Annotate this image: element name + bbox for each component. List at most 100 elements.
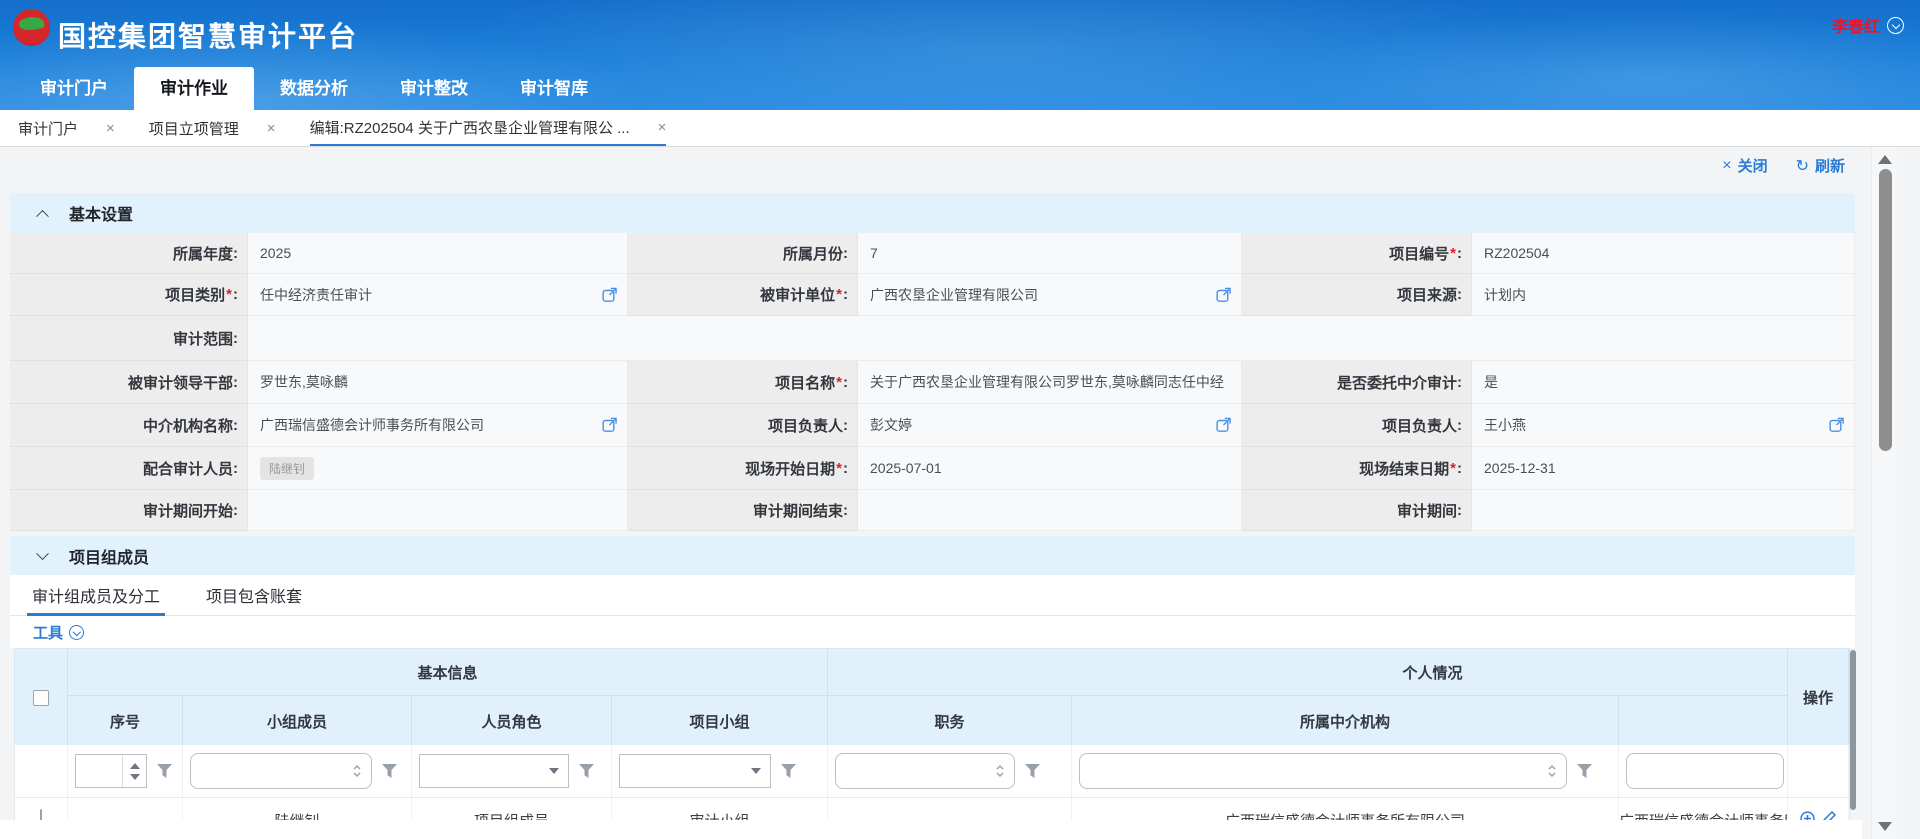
column-header-agency: 所属中介机构 [1072, 696, 1619, 746]
column-header-extra [1619, 696, 1788, 746]
filter-funnel-icon[interactable] [157, 764, 172, 778]
table-row[interactable]: 陆继钊 项目组成员 审计小组 广西瑞信盛德会计师事务所有限公司 广西瑞信盛德会计… [14, 798, 1850, 820]
close-tab-icon[interactable]: × [658, 120, 667, 135]
nav-item-data-analysis[interactable]: 数据分析 [254, 67, 374, 110]
intermediary-entrusted-field[interactable]: 是 [1472, 361, 1855, 404]
spinner-down-icon [130, 774, 140, 780]
field-label-audited-leaders: 被审计领导干部: [10, 361, 248, 404]
updown-chevron-icon [995, 764, 1005, 778]
nav-item-audit-portal[interactable]: 审计门户 [14, 67, 134, 110]
extra-filter-input[interactable] [1626, 753, 1784, 789]
chevron-up-icon [36, 209, 49, 222]
project-source-field[interactable]: 计划内 [1472, 274, 1855, 316]
audit-period-field[interactable] [1472, 490, 1855, 531]
nav-item-audit-library[interactable]: 审计智库 [494, 67, 614, 110]
filter-cell-seq [68, 745, 183, 797]
audit-scope-field[interactable] [248, 316, 1855, 361]
edit-icon[interactable] [1821, 811, 1836, 820]
month-field[interactable]: 7 [858, 233, 1242, 274]
cell-duty [828, 798, 1072, 820]
dropdown-arrow-icon [751, 768, 761, 774]
add-circle-icon[interactable] [1800, 811, 1815, 820]
external-link-icon[interactable] [1216, 418, 1231, 433]
column-header-duty: 职务 [828, 696, 1072, 746]
field-label-field-start-date: 现场开始日期*: [628, 447, 858, 490]
agency-filter-select[interactable] [1079, 753, 1567, 789]
number-spinner[interactable] [122, 755, 146, 787]
column-header-member: 小组成员 [183, 696, 412, 746]
close-button[interactable]: × 关闭 [1722, 155, 1767, 176]
tab-team-members[interactable]: 审计组成员及分工 [32, 575, 160, 615]
nav-item-audit-rectify[interactable]: 审计整改 [374, 67, 494, 110]
chevron-down-circle-icon[interactable] [69, 625, 84, 640]
audit-period-end-field[interactable] [858, 490, 1242, 531]
tab-edit-project[interactable]: 编辑:RZ202504 关于广西农垦企业管理有限公 ... × [310, 110, 667, 146]
nav-item-audit-work[interactable]: 审计作业 [134, 67, 254, 110]
duty-filter-select[interactable] [835, 753, 1015, 789]
user-name: 李春红 [1832, 13, 1880, 37]
app-header: 国控集团智慧审计平台 李春红 审计门户 审计作业 数据分析 审计整改 审计智库 [0, 0, 1920, 110]
field-label-audit-scope: 审计范围: [10, 316, 248, 361]
audit-period-start-field[interactable] [248, 490, 628, 531]
team-filter-select[interactable] [619, 754, 771, 788]
tab-project-initiation[interactable]: 项目立项管理 × [149, 110, 276, 146]
column-header-actions: 操作 [1788, 649, 1849, 746]
external-link-icon[interactable] [602, 418, 617, 433]
content-bottom-strip [0, 820, 1862, 839]
project-code-field[interactable]: RZ202504 [1472, 233, 1855, 274]
field-start-date-field[interactable]: 2025-07-01 [858, 447, 1242, 490]
select-all-checkbox[interactable] [33, 690, 49, 706]
section-project-team-header[interactable]: 项目组成员 [10, 536, 1855, 576]
member-filter-select[interactable] [190, 753, 372, 789]
close-tab-icon[interactable]: × [267, 121, 276, 136]
project-leader-field[interactable]: 彭文婷 [858, 404, 1242, 447]
row-checkbox[interactable] [40, 809, 42, 820]
close-tab-icon[interactable]: × [106, 121, 115, 136]
filter-funnel-icon[interactable] [382, 764, 397, 778]
seq-filter-input[interactable] [75, 754, 147, 788]
agency-name-field[interactable]: 广西瑞信盛德会计师事务所有限公司 [248, 404, 628, 447]
tab-project-ledgers[interactable]: 项目包含账套 [206, 575, 302, 615]
field-end-date-field[interactable]: 2025-12-31 [1472, 447, 1855, 490]
cell-agency: 广西瑞信盛德会计师事务所有限公司 [1072, 798, 1619, 820]
cell-agency2: 广西瑞信盛德会计师事务所有限公司 [1619, 798, 1788, 820]
filter-cell-actions [1788, 745, 1849, 797]
scroll-up-icon[interactable] [1878, 155, 1892, 164]
table-filter-row [14, 745, 1850, 798]
table-vertical-scrollbar[interactable] [1850, 650, 1856, 810]
filter-funnel-icon[interactable] [1025, 764, 1040, 778]
field-label-project-leader: 项目负责人: [628, 404, 858, 447]
user-menu[interactable]: 李春红 [1832, 13, 1904, 37]
page-scrollbar[interactable] [1871, 147, 1897, 839]
filter-cell-role [412, 745, 612, 797]
role-filter-select[interactable] [419, 754, 569, 788]
tools-row: 工具 [10, 616, 1855, 648]
project-name-field[interactable]: 关于广西农垦企业管理有限公司罗世东,莫咏麟同志任中经 [858, 361, 1242, 404]
field-label-project-name: 项目名称*: [628, 361, 858, 404]
audited-unit-field[interactable]: 广西农垦企业管理有限公司 [858, 274, 1242, 316]
field-label-project-leader-2: 项目负责人: [1242, 404, 1472, 447]
external-link-icon[interactable] [1216, 287, 1231, 302]
scroll-down-icon[interactable] [1878, 822, 1892, 831]
column-header-team: 项目小组 [612, 696, 828, 746]
filter-funnel-icon[interactable] [781, 764, 796, 778]
field-label-audit-period-end: 审计期间结束: [628, 490, 858, 531]
tab-audit-portal[interactable]: 审计门户 × [18, 110, 115, 146]
project-leader-2-field[interactable]: 王小燕 [1472, 404, 1855, 447]
tools-button[interactable]: 工具 [33, 622, 63, 643]
project-type-field[interactable]: 任中经济责任审计 [248, 274, 628, 316]
field-label-agency-name: 中介机构名称: [10, 404, 248, 447]
filter-funnel-icon[interactable] [1577, 764, 1592, 778]
filter-cell-duty [828, 745, 1072, 797]
external-link-icon[interactable] [1829, 418, 1844, 433]
refresh-button[interactable]: ↻ 刷新 [1796, 155, 1845, 176]
audited-leaders-field[interactable]: 罗世东,莫咏麟 [248, 361, 628, 404]
assisting-auditors-field[interactable]: 陆继钊 [248, 447, 628, 490]
scrollbar-thumb[interactable] [1879, 169, 1892, 451]
dropdown-arrow-icon [549, 768, 559, 774]
year-field[interactable]: 2025 [248, 233, 628, 274]
external-link-icon[interactable] [602, 287, 617, 302]
filter-cell-agency [1072, 745, 1619, 797]
section-basic-settings-header[interactable]: 基本设置 [10, 193, 1855, 233]
filter-funnel-icon[interactable] [579, 764, 594, 778]
